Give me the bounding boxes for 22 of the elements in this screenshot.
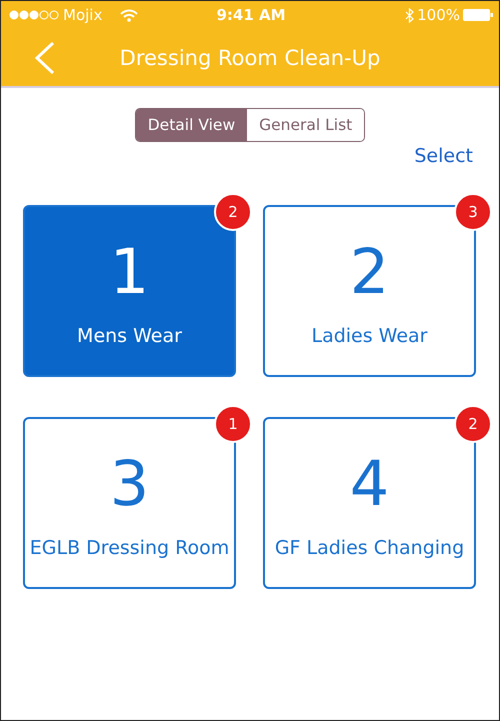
tile-number: 4	[350, 453, 390, 515]
tile-number: 3	[110, 453, 150, 515]
segment-tab[interactable]: Detail View	[136, 109, 248, 141]
count-badge: 1	[214, 405, 252, 443]
battery-percent: 100%	[417, 6, 460, 24]
tile-label: Mens Wear	[77, 325, 182, 347]
tile-number: 2	[350, 241, 390, 303]
select-link[interactable]: Select	[414, 145, 473, 167]
signal-icon	[9, 10, 59, 20]
battery-icon	[463, 9, 494, 21]
carrier-name: Mojix	[63, 6, 102, 24]
status-time: 9:41 AM	[216, 6, 286, 24]
tile-label: EGLB Dressing Room	[30, 537, 230, 559]
screen-title: Dressing Room Clean-Up	[118, 46, 382, 70]
wifi-icon	[120, 8, 138, 22]
count-badge: 2	[454, 405, 492, 443]
count-badge: 3	[454, 193, 492, 231]
tile-label: GF Ladies Changing	[274, 537, 464, 559]
tile-number: 1	[110, 241, 150, 303]
tile-label: Ladies Wear	[311, 325, 428, 347]
bluetooth-icon	[405, 8, 414, 22]
count-badge: 2	[214, 193, 252, 231]
